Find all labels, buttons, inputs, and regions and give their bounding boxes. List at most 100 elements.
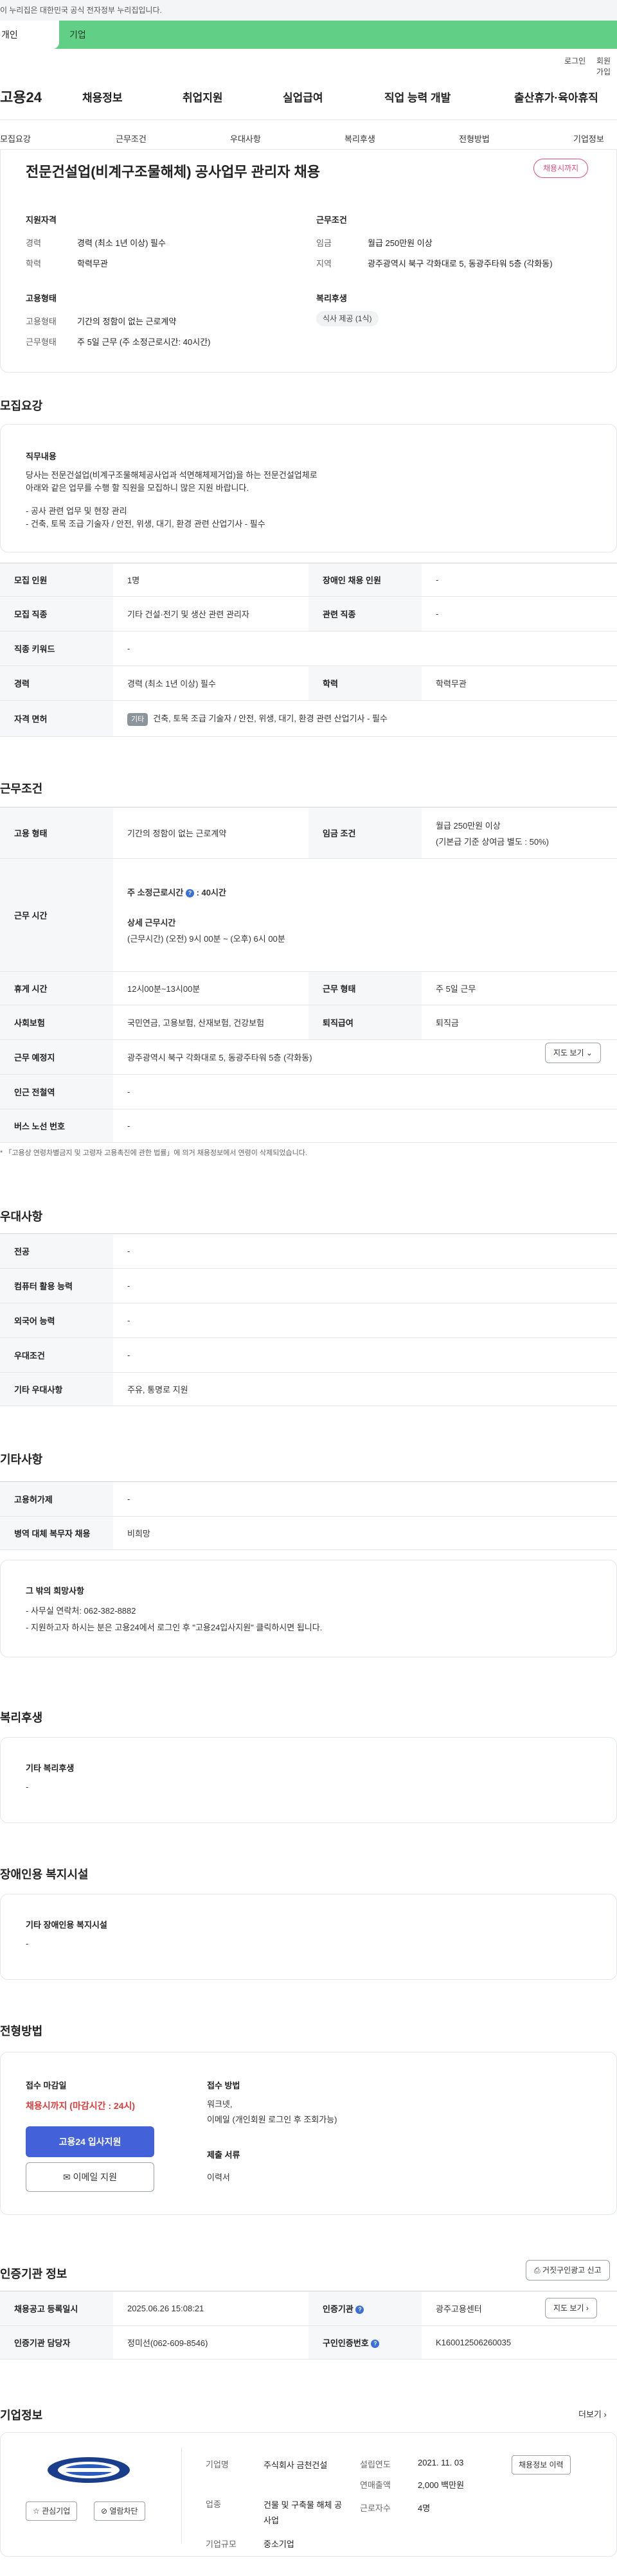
apply-button[interactable]: 고용24 입사지원 [26, 2126, 154, 2157]
agency-map-button[interactable]: 지도 보기 › [545, 2298, 597, 2318]
subnav-company[interactable]: 기업정보 [573, 132, 604, 145]
area-value: 광주광역시 북구 각화대로 5, 동광주타워 5층 (각화동) [368, 259, 553, 269]
conditions-table: 고용 형태 기간의 정함이 없는 근로계약 임금 조건 월급 250만원 이상 (… [0, 807, 617, 1143]
docs-label: 제출 서류 [207, 2150, 240, 2160]
gov-notice-text: 이 누리집은 대한민국 공식 전자정부 누리집입니다. [0, 6, 162, 15]
table-header-cell: 인증기관 ? [308, 2291, 422, 2326]
table-row: 컴퓨터 활용 능력 - [0, 1268, 617, 1303]
other-heading: 그 밖의 희망사항 [26, 1586, 84, 1596]
gnb-item-jobs[interactable]: 채용정보 [82, 89, 123, 105]
table-header-cell: 기타 우대사항 [0, 1372, 113, 1406]
table-header-cell: 학력 [308, 666, 422, 701]
deadline-label: 접수 마감일 [26, 2081, 67, 2090]
wage-value: 월급 250만원 이상 [368, 238, 433, 248]
gnb-item-skills[interactable]: 직업 능력 개발 [384, 89, 451, 105]
company-more-link[interactable]: 더보기 › [578, 2408, 607, 2420]
block-icon: ⊘ [101, 2507, 108, 2516]
found-label: 설립연도 [360, 2460, 391, 2469]
table-row: 우대조건 - [0, 1337, 617, 1373]
tab-company[interactable]: 기업 [69, 21, 86, 49]
age-footnote: * 「고용상 연령차별금지 및 고령자 고용촉진에 관한 법률」에 의거 채용정… [0, 1149, 307, 1157]
subnav-welfare[interactable]: 복리후생 [344, 132, 375, 145]
map-view-button[interactable]: 지도 보기 ⌄ [545, 1043, 601, 1063]
info-icon[interactable]: ? [355, 2306, 364, 2315]
table-cell: - [113, 1074, 617, 1109]
info-icon[interactable]: ? [185, 889, 194, 898]
gnb-item-parental-leave[interactable]: 출산휴가·육아휴직 [514, 89, 598, 105]
subnav-conditions[interactable]: 근무조건 [116, 132, 147, 145]
table-header-cell: 병역 대체 복무자 채용 [0, 1516, 113, 1550]
table-cell: - [113, 1233, 617, 1269]
table-header-cell: 관련 직종 [308, 596, 422, 631]
table-row: 모집 인원 1명 장애인 채용 인원 - [0, 563, 617, 597]
subnav-preferences[interactable]: 우대사항 [230, 132, 261, 145]
table-row: 고용허가제 - [0, 1481, 617, 1517]
table-header-cell: 고용 형태 [0, 807, 113, 859]
table-cell: 주유, 통명로 지원 [113, 1372, 617, 1406]
size-value: 중소기업 [264, 2539, 294, 2549]
report-button[interactable]: ⎙ 거짓구인광고 신고 [526, 2260, 610, 2280]
block-view-button[interactable]: ⊘ 열람차단 [94, 2501, 145, 2521]
disability-section-title: 장애인용 복지시설 [0, 1868, 89, 1881]
tab-person[interactable]: 개인 [0, 21, 59, 49]
recruit-table: 모집 인원 1명 장애인 채용 인원 - 모집 직종 기타 건설·전기 및 생산… [0, 563, 617, 737]
table-row: 자격 면허 기타 건축, 토목 조급 기술자 / 안전, 위생, 대기, 환경 관… [0, 700, 617, 737]
company-card [0, 2432, 617, 2557]
disability-box-value: - [26, 1939, 29, 1948]
sales-value: 2,000 백만원 [418, 2480, 465, 2490]
table-row: 전공 - [0, 1233, 617, 1269]
method-value-1: 워크넷, [207, 2099, 233, 2109]
work-form-label: 근무형태 [26, 337, 57, 347]
grade-tag: 기타 [127, 712, 148, 726]
site-logo[interactable]: 고용24 [0, 86, 42, 107]
table-cell: 2025.06.26 15:08:21 [113, 2291, 308, 2326]
table-header-cell: 근무 시간 [0, 858, 113, 972]
gnb-item-employment-support[interactable]: 취업지원 [183, 89, 223, 105]
welfare-card [0, 1737, 617, 1823]
edu-label: 학력 [26, 259, 41, 269]
other-line-2: - 지원하고자 하시는 분은 고용24에서 로그인 후 "고용24입사지원" 클… [26, 1623, 323, 1632]
duty-line-2: 아래와 같은 업무를 수행 할 직원을 모집하니 많은 지원 바랍니다. [26, 483, 249, 493]
etc-section-title: 기타사항 [0, 1453, 43, 1466]
table-header-cell: 모집 인원 [0, 563, 113, 597]
table-row: 모집 직종 기타 건설·전기 및 생산 관련 관리자 관련 직종 - [0, 596, 617, 631]
welfare-section-title: 복리후생 [0, 1711, 43, 1724]
mail-icon: ✉ [63, 2172, 71, 2182]
subnav-selection[interactable]: 전형방법 [459, 132, 490, 145]
duty-line-1: 당사는 전문건설업(비계구조물해체공사업과 석면해체제거업)을 하는 전문건설업… [26, 470, 317, 480]
table-cell: - [422, 596, 617, 631]
signup-link[interactable]: 회원가입 [596, 55, 617, 77]
email-apply-button[interactable]: ✉ 이메일 지원 [26, 2162, 154, 2192]
welfare-heading: 복리후생 [316, 294, 347, 303]
table-row: 근무 예정지 광주광역시 북구 각화대로 5, 동광주타워 5층 (각화동) [0, 1039, 617, 1075]
table-header-cell: 버스 노선 번호 [0, 1109, 113, 1143]
interest-company-button[interactable]: ☆ 관심기업 [26, 2501, 78, 2521]
table-row: 인증기관 담당자 정미선(062-609-8546) 구인인증번호 ? K160… [0, 2325, 617, 2360]
subnav-recruit[interactable]: 모집요강 [0, 132, 31, 145]
table-cell: 학력무관 [422, 666, 617, 701]
table-row: 채용공고 등록일시 2025.06.26 15:08:21 인증기관 ? 광주고… [0, 2291, 617, 2326]
agency-section-title: 인증기관 정보 [0, 2268, 67, 2280]
info-icon[interactable]: ? [371, 2340, 380, 2349]
duty-line-4: - 공사 관련 업무 및 현장 관리 [26, 506, 127, 516]
table-cell: - [113, 1481, 617, 1517]
table-cell: - [422, 563, 617, 597]
size-label: 기업규모 [206, 2539, 237, 2549]
chevron-right-icon: › [604, 2410, 607, 2419]
hiring-history-button[interactable]: 채용정보 이력 [512, 2455, 571, 2475]
company-name-label: 기업명 [206, 2460, 229, 2469]
login-link[interactable]: 로그인 [564, 55, 586, 66]
table-cell: 경력 (최소 1년 이상) 필수 [113, 666, 308, 701]
table-cell: 퇴직금 [422, 1005, 617, 1040]
company-name-value: 주식회사 금천건설 [264, 2460, 328, 2470]
table-header-cell: 구인인증번호 ? [308, 2325, 422, 2360]
company-divider [181, 2448, 182, 2544]
duty-heading: 직무내용 [26, 452, 57, 461]
deadline-value: 채용시까지 (마감시간 : 24시) [26, 2101, 136, 2111]
emp-count-value: 4명 [418, 2503, 431, 2513]
gnb-item-unemployment-benefit[interactable]: 실업급여 [283, 89, 323, 105]
table-row: 휴게 시간 12시00분~13시00분 근무 형태 주 5일 근무 [0, 971, 617, 1005]
table-row: 고용 형태 기간의 정함이 없는 근로계약 임금 조건 월급 250만원 이상 (… [0, 807, 617, 859]
table-header-cell: 전공 [0, 1233, 113, 1269]
duty-line-5: - 건축, 토목 조급 기술자 / 안전, 위생, 대기, 환경 관련 산업기사… [26, 519, 265, 529]
